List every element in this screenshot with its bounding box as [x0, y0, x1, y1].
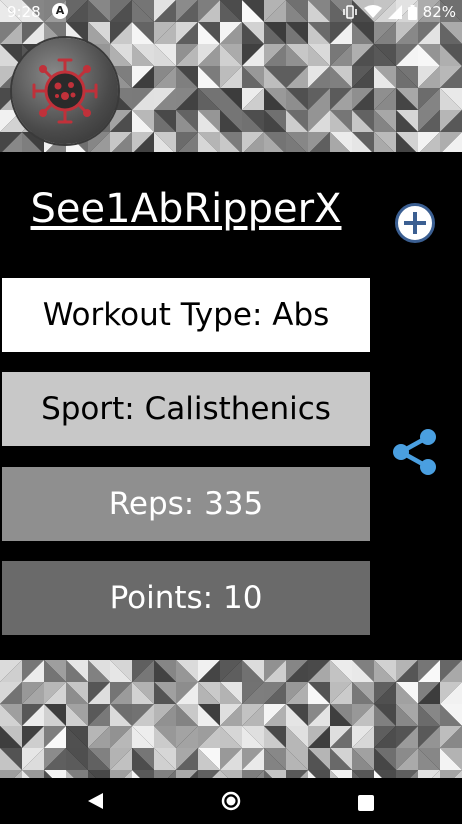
- points-label: Points: 10: [109, 580, 263, 616]
- status-time: 9:28: [7, 3, 41, 21]
- signal-icon: [387, 5, 402, 19]
- workout-title[interactable]: See1AbRipperX: [0, 186, 372, 232]
- back-triangle-icon[interactable]: [86, 792, 104, 810]
- workout-type-label: Workout Type: Abs: [42, 297, 330, 333]
- recents-square-icon[interactable]: [358, 795, 374, 811]
- virus-logo-avatar[interactable]: [12, 38, 118, 144]
- android-app-icon: A: [52, 3, 68, 19]
- virus-icon: [32, 58, 98, 124]
- plus-circle-icon[interactable]: [394, 202, 436, 244]
- points-box: Points: 10: [2, 561, 370, 635]
- reps-box: Reps: 335: [2, 467, 370, 541]
- reps-label: Reps: 335: [108, 486, 264, 522]
- wifi-icon: [363, 5, 382, 18]
- status-bar: 9:28 A 82%: [0, 0, 462, 24]
- battery-percent: 82%: [422, 3, 456, 21]
- system-navigation-bar: [0, 778, 462, 824]
- sport-box: Sport: Calisthenics: [2, 372, 370, 446]
- battery-icon: [407, 4, 417, 20]
- workout-type-box: Workout Type: Abs: [2, 278, 370, 352]
- share-icon[interactable]: [390, 426, 442, 478]
- sport-label: Sport: Calisthenics: [41, 391, 331, 427]
- vibrate-icon: [342, 5, 357, 19]
- home-circle-icon[interactable]: [221, 791, 241, 811]
- status-icons: 82%: [342, 3, 456, 21]
- footer-pattern-background: [0, 660, 462, 778]
